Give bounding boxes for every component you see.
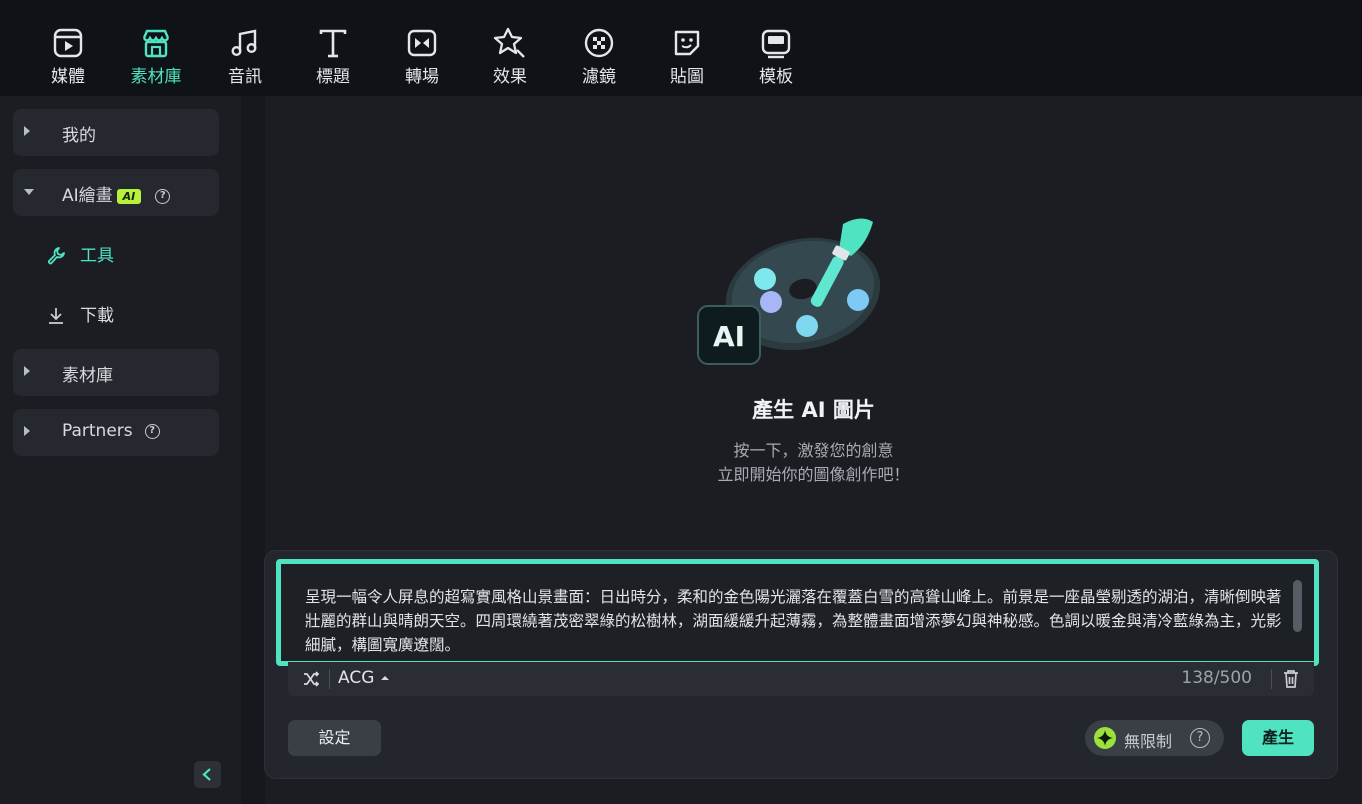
media-icon xyxy=(53,28,83,58)
style-value: ACG xyxy=(338,668,375,688)
transition-icon xyxy=(407,29,437,57)
sidebar-item-partners[interactable]: Partners? xyxy=(13,409,219,456)
sidebar-item-label: Partners xyxy=(62,421,133,441)
sticker-icon xyxy=(674,30,700,56)
sidebar-item-label: 下載 xyxy=(80,306,114,326)
sidebar-item-library[interactable]: 素材庫 xyxy=(13,349,219,396)
ai-art-label: AI xyxy=(713,320,745,353)
generate-button[interactable]: 產生 xyxy=(1242,720,1314,756)
chevron-right-icon xyxy=(24,426,30,436)
toolbar-label: 素材庫 xyxy=(130,67,182,87)
collapse-sidebar-button[interactable] xyxy=(194,761,221,788)
sidebar-item-label: AI繪畫 xyxy=(62,186,113,206)
sidebar-item-tools[interactable]: 工具 xyxy=(46,241,114,266)
toolbar-transitions[interactable]: 轉場 xyxy=(387,26,457,87)
chevron-left-icon xyxy=(202,768,211,781)
toolbar-templates[interactable]: 模板 xyxy=(741,26,811,87)
help-icon[interactable]: ? xyxy=(144,423,160,439)
chevron-right-icon xyxy=(24,366,30,376)
template-icon xyxy=(761,29,791,59)
filter-icon xyxy=(584,28,614,58)
toolbar-library[interactable]: 素材庫 xyxy=(121,26,191,87)
help-icon[interactable]: ? xyxy=(155,188,171,204)
toolbar-label: 轉場 xyxy=(405,67,439,87)
store-icon xyxy=(142,29,170,58)
settings-button[interactable]: 設定 xyxy=(288,720,381,756)
prompt-footer: ACG 138/500 xyxy=(288,662,1314,696)
music-note-icon xyxy=(231,29,257,57)
sidebar-item-label: 我的 xyxy=(62,126,96,146)
toolbar-stickers[interactable]: 貼圖 xyxy=(652,26,722,87)
help-icon[interactable]: ? xyxy=(1190,728,1210,748)
sidebar-item-label: 工具 xyxy=(80,246,114,266)
top-toolbar: 媒體 素材庫 音訊 標題 轉場 效果 濾鏡 貼圖 模板 xyxy=(0,0,1362,96)
hero-subtitle-line2: 立即開始你的圖像創作吧！ xyxy=(717,465,910,484)
prompt-text[interactable]: 呈現一幅令人屏息的超寫實風格山景畫面：日出時分，柔和的金色陽光灑落在覆蓋白雪的高… xyxy=(305,585,1285,657)
toolbar-filters[interactable]: 濾鏡 xyxy=(564,26,634,87)
toolbar-label: 效果 xyxy=(493,67,527,87)
download-icon xyxy=(49,308,63,324)
credits-star-icon xyxy=(1094,727,1116,749)
footer-divider xyxy=(1271,669,1272,689)
effects-star-icon xyxy=(493,27,525,58)
toolbar-label: 濾鏡 xyxy=(582,67,616,87)
unlimited-label: 無限制 xyxy=(1124,732,1173,751)
footer-divider xyxy=(329,669,330,689)
trash-icon[interactable] xyxy=(1282,669,1300,689)
sidebar-item-downloads[interactable]: 下載 xyxy=(46,301,114,326)
sidebar-item-label-wrap: Partners? xyxy=(62,421,160,441)
wrench-icon xyxy=(47,247,65,265)
char-counter: 138/500 xyxy=(1181,668,1252,688)
toolbar-label: 模板 xyxy=(759,67,793,87)
prompt-scrollbar[interactable] xyxy=(1293,580,1302,632)
style-selector[interactable]: ACG xyxy=(338,668,390,688)
sidebar-item-my[interactable]: 我的 xyxy=(13,109,219,156)
sidebar-item-label-wrap: AI繪畫 AI? xyxy=(62,181,171,206)
toolbar-audio[interactable]: 音訊 xyxy=(210,26,280,87)
sidebar-divider xyxy=(241,96,265,804)
chevron-right-icon xyxy=(24,126,30,136)
toolbar-media[interactable]: 媒體 xyxy=(33,26,103,87)
hero-subtitle-line1: 按一下，激發您的創意 xyxy=(733,441,894,460)
ai-palette-illustration-icon: AI xyxy=(697,218,881,365)
title-t-icon xyxy=(319,29,347,58)
hero-title: 產生 AI 圖片 xyxy=(752,398,875,422)
toolbar-label: 媒體 xyxy=(51,67,85,87)
shuffle-icon[interactable] xyxy=(302,670,320,688)
toolbar-titles[interactable]: 標題 xyxy=(298,26,368,87)
unlimited-button[interactable]: 無限制 ? xyxy=(1085,720,1224,756)
toolbar-label: 音訊 xyxy=(228,67,262,87)
caret-up-icon xyxy=(380,676,389,680)
prompt-input[interactable]: 呈現一幅令人屏息的超寫實風格山景畫面：日出時分，柔和的金色陽光灑落在覆蓋白雪的高… xyxy=(276,559,1319,666)
toolbar-label: 標題 xyxy=(316,67,350,87)
sidebar-item-ai-paint[interactable]: AI繪畫 AI? xyxy=(13,169,219,216)
ai-badge: AI xyxy=(116,188,142,204)
chevron-down-icon xyxy=(24,189,34,195)
toolbar-label: 貼圖 xyxy=(670,67,704,87)
sidebar-item-label: 素材庫 xyxy=(62,366,113,386)
toolbar-effects[interactable]: 效果 xyxy=(475,26,545,87)
